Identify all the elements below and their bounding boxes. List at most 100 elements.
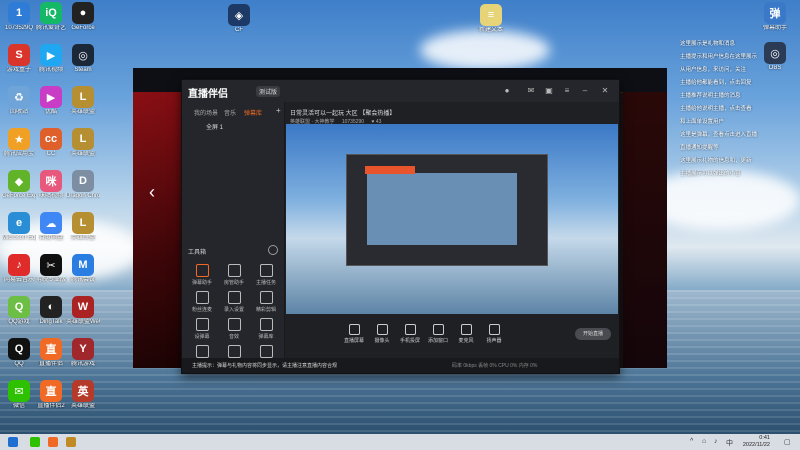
app-icon: e xyxy=(8,212,30,234)
desktop-icon[interactable]: W英雄联盟WeGame xyxy=(66,296,100,326)
tool-label: 弹幕库 xyxy=(258,334,274,340)
desktop-icon[interactable]: ♻ 回收站 xyxy=(2,86,36,116)
notification-icon[interactable]: ▢ xyxy=(784,438,791,446)
desktop-icon[interactable]: 弹弹幕助手 xyxy=(758,2,792,32)
start-menu-icon[interactable] xyxy=(8,437,18,447)
tools-toggle-icon[interactable] xyxy=(268,245,278,255)
tab-music[interactable]: 音乐 xyxy=(224,108,236,117)
app-icon: 1 xyxy=(8,2,30,24)
desktop-icon[interactable]: 直直播伴侣 xyxy=(34,338,68,368)
taskbar-game-icon[interactable] xyxy=(66,437,76,447)
desktop-icon[interactable]: M 腾讯会议 xyxy=(66,254,100,284)
source-toolbar: 直播屏幕 摄像头 手机投屏 添加窗口 麦克风 扬声器 开始直播 xyxy=(286,318,618,358)
desktop-icon[interactable]: ● GeForce xyxy=(66,2,100,32)
room-title: 日常灵活可以一起玩 大区 【聚会热播】 xyxy=(290,108,395,117)
app-icon: ★ xyxy=(8,128,30,150)
desktop-icon[interactable]: ▶ 腾讯视频 xyxy=(34,44,68,74)
tool-button[interactable]: 主播任务 xyxy=(252,264,280,286)
chevron-left-icon[interactable]: ‹ xyxy=(149,182,155,203)
volume-icon[interactable]: ♪ xyxy=(714,438,718,445)
avatar[interactable]: ● xyxy=(502,86,512,96)
tool-button[interactable]: 房管助手 xyxy=(220,264,248,286)
desktop-icon[interactable]: DDragon Chronicle xyxy=(66,170,100,200)
menu-icon[interactable]: ≡ xyxy=(562,86,572,96)
desktop-icon[interactable]: cc CC xyxy=(34,128,68,158)
tool-button[interactable]: 音效 xyxy=(220,318,248,340)
tool-button[interactable]: 精彩剪辑 xyxy=(252,291,280,313)
taskbar-wechat-icon[interactable] xyxy=(30,437,40,447)
source-button[interactable]: 摄像头 xyxy=(368,324,396,344)
add-scene-icon[interactable]: + xyxy=(276,106,281,115)
taskbar-live-icon[interactable] xyxy=(48,437,58,447)
desktop-icon-label: DingTalk xyxy=(39,319,63,325)
tool-button[interactable]: 粉丝连麦 xyxy=(188,291,216,313)
tray-chevron-icon[interactable]: ^ xyxy=(690,438,693,445)
tab-danmaku[interactable]: 弹幕库 xyxy=(244,108,262,117)
desktop-icon[interactable]: ◈ CF xyxy=(222,4,256,34)
desktop-icon[interactable]: ♪ 网易云音乐 xyxy=(2,254,36,284)
desktop-notes: 这里展示是礼物和消息 主播提示和用户信息在这里展示 从用户信息，来访问，关注 主播给他… xyxy=(680,40,790,183)
desktop-icon[interactable]: ◆GeForce Experience xyxy=(2,170,36,200)
source-label: 麦克风 xyxy=(458,338,474,344)
desktop-icon[interactable]: ◎ Steam xyxy=(66,44,100,74)
desktop-icon-label: 咪咕视频 xyxy=(38,193,63,199)
desktop-icon[interactable]: L 英雄联盟 xyxy=(66,212,100,242)
desktop-icon-label: 回收站 xyxy=(9,109,28,115)
desktop-icon-label: 英雄联盟 xyxy=(70,403,95,409)
desktop-icon[interactable]: ▶ 优酷 xyxy=(34,86,68,116)
desktop-icon[interactable]: ✉ 微信 xyxy=(2,380,36,410)
desktop-icon[interactable]: L 英雄联盟 xyxy=(66,86,100,116)
desktop-icon[interactable]: 咪咪咕视频 xyxy=(34,170,68,200)
clock[interactable]: 0:41 2022/11/22 xyxy=(743,435,770,448)
stream-preview[interactable] xyxy=(286,124,618,314)
tool-button[interactable]: 弹幕库 xyxy=(252,318,280,340)
desktop-icon-label: Microsoft Edge xyxy=(2,235,36,241)
ime-icon[interactable]: 中 xyxy=(726,438,733,448)
tool-label: 主播任务 xyxy=(255,280,276,286)
desktop-icon[interactable]: Q QQ xyxy=(2,338,36,368)
scene-item[interactable]: 全屏 1 xyxy=(206,122,223,131)
desktop-icon[interactable]: Y 腾讯游戏 xyxy=(66,338,100,368)
desktop-icon[interactable]: Q QQ游戏 xyxy=(2,296,36,326)
tool-icon xyxy=(259,291,273,304)
source-button[interactable]: 手机投屏 xyxy=(396,324,424,344)
note-line: 主播提示和用户信息在这里展示 xyxy=(680,54,758,60)
source-button[interactable]: 添加窗口 xyxy=(424,324,452,344)
desktop-icon[interactable]: L 英雄联盟 xyxy=(66,128,100,158)
tool-button[interactable]: 录入设置 xyxy=(220,291,248,313)
app-title-bar: 直播伴侣 测试版 ● ✉ ▣ ≡ – ✕ xyxy=(182,80,619,102)
source-icon xyxy=(376,324,388,335)
desktop-icon-label: 腾讯应用宝 xyxy=(3,151,34,157)
app-icon: S xyxy=(8,44,30,66)
close-icon[interactable]: ✕ xyxy=(600,86,610,96)
mail-icon[interactable]: ✉ xyxy=(526,86,536,96)
tab-scenes[interactable]: 我的场景 xyxy=(194,108,218,117)
desktop-icon[interactable]: ◐ DingTalk xyxy=(34,296,68,326)
desktop-icon[interactable]: 英英雄联盟 xyxy=(66,380,100,410)
source-button[interactable]: 麦克风 xyxy=(452,324,480,344)
network-icon[interactable]: ⌂ xyxy=(702,438,706,445)
gift-icon[interactable]: ▣ xyxy=(544,86,554,96)
start-live-button[interactable]: 开始直播 xyxy=(575,328,611,340)
source-icon xyxy=(348,324,360,335)
source-icon xyxy=(488,324,500,335)
source-button[interactable]: 扬声器 xyxy=(480,324,508,344)
minimize-icon[interactable]: – xyxy=(580,86,590,96)
app-icon: 直 xyxy=(40,380,62,402)
source-label: 扬声器 xyxy=(486,338,502,344)
tool-icon xyxy=(195,345,209,358)
desktop-icon[interactable]: ★ 腾讯应用宝 xyxy=(2,128,36,158)
source-label: 手机投屏 xyxy=(399,338,420,344)
desktop-icon[interactable]: 直直播伴侣2 xyxy=(34,380,68,410)
desktop-icon[interactable]: eMicrosoft Edge xyxy=(2,212,36,242)
desktop-icon[interactable]: ✂ 剪映专业版 xyxy=(34,254,68,284)
app-icon: ✂ xyxy=(40,254,62,276)
tool-button[interactable]: 弹幕助手 xyxy=(188,264,216,286)
desktop-icon[interactable]: 1 1073529Q xyxy=(2,2,36,32)
tool-button[interactable]: 设弹幕 xyxy=(188,318,216,340)
source-button[interactable]: 直播屏幕 xyxy=(340,324,368,344)
desktop-icon[interactable]: iQ 腾讯爱奇艺 xyxy=(34,2,68,32)
desktop-icon[interactable]: ☁ 百度网盘 xyxy=(34,212,68,242)
desktop-icon[interactable]: S 游戏盒子 xyxy=(2,44,36,74)
desktop-icon[interactable]: ≡ 新建文本 xyxy=(474,4,508,34)
